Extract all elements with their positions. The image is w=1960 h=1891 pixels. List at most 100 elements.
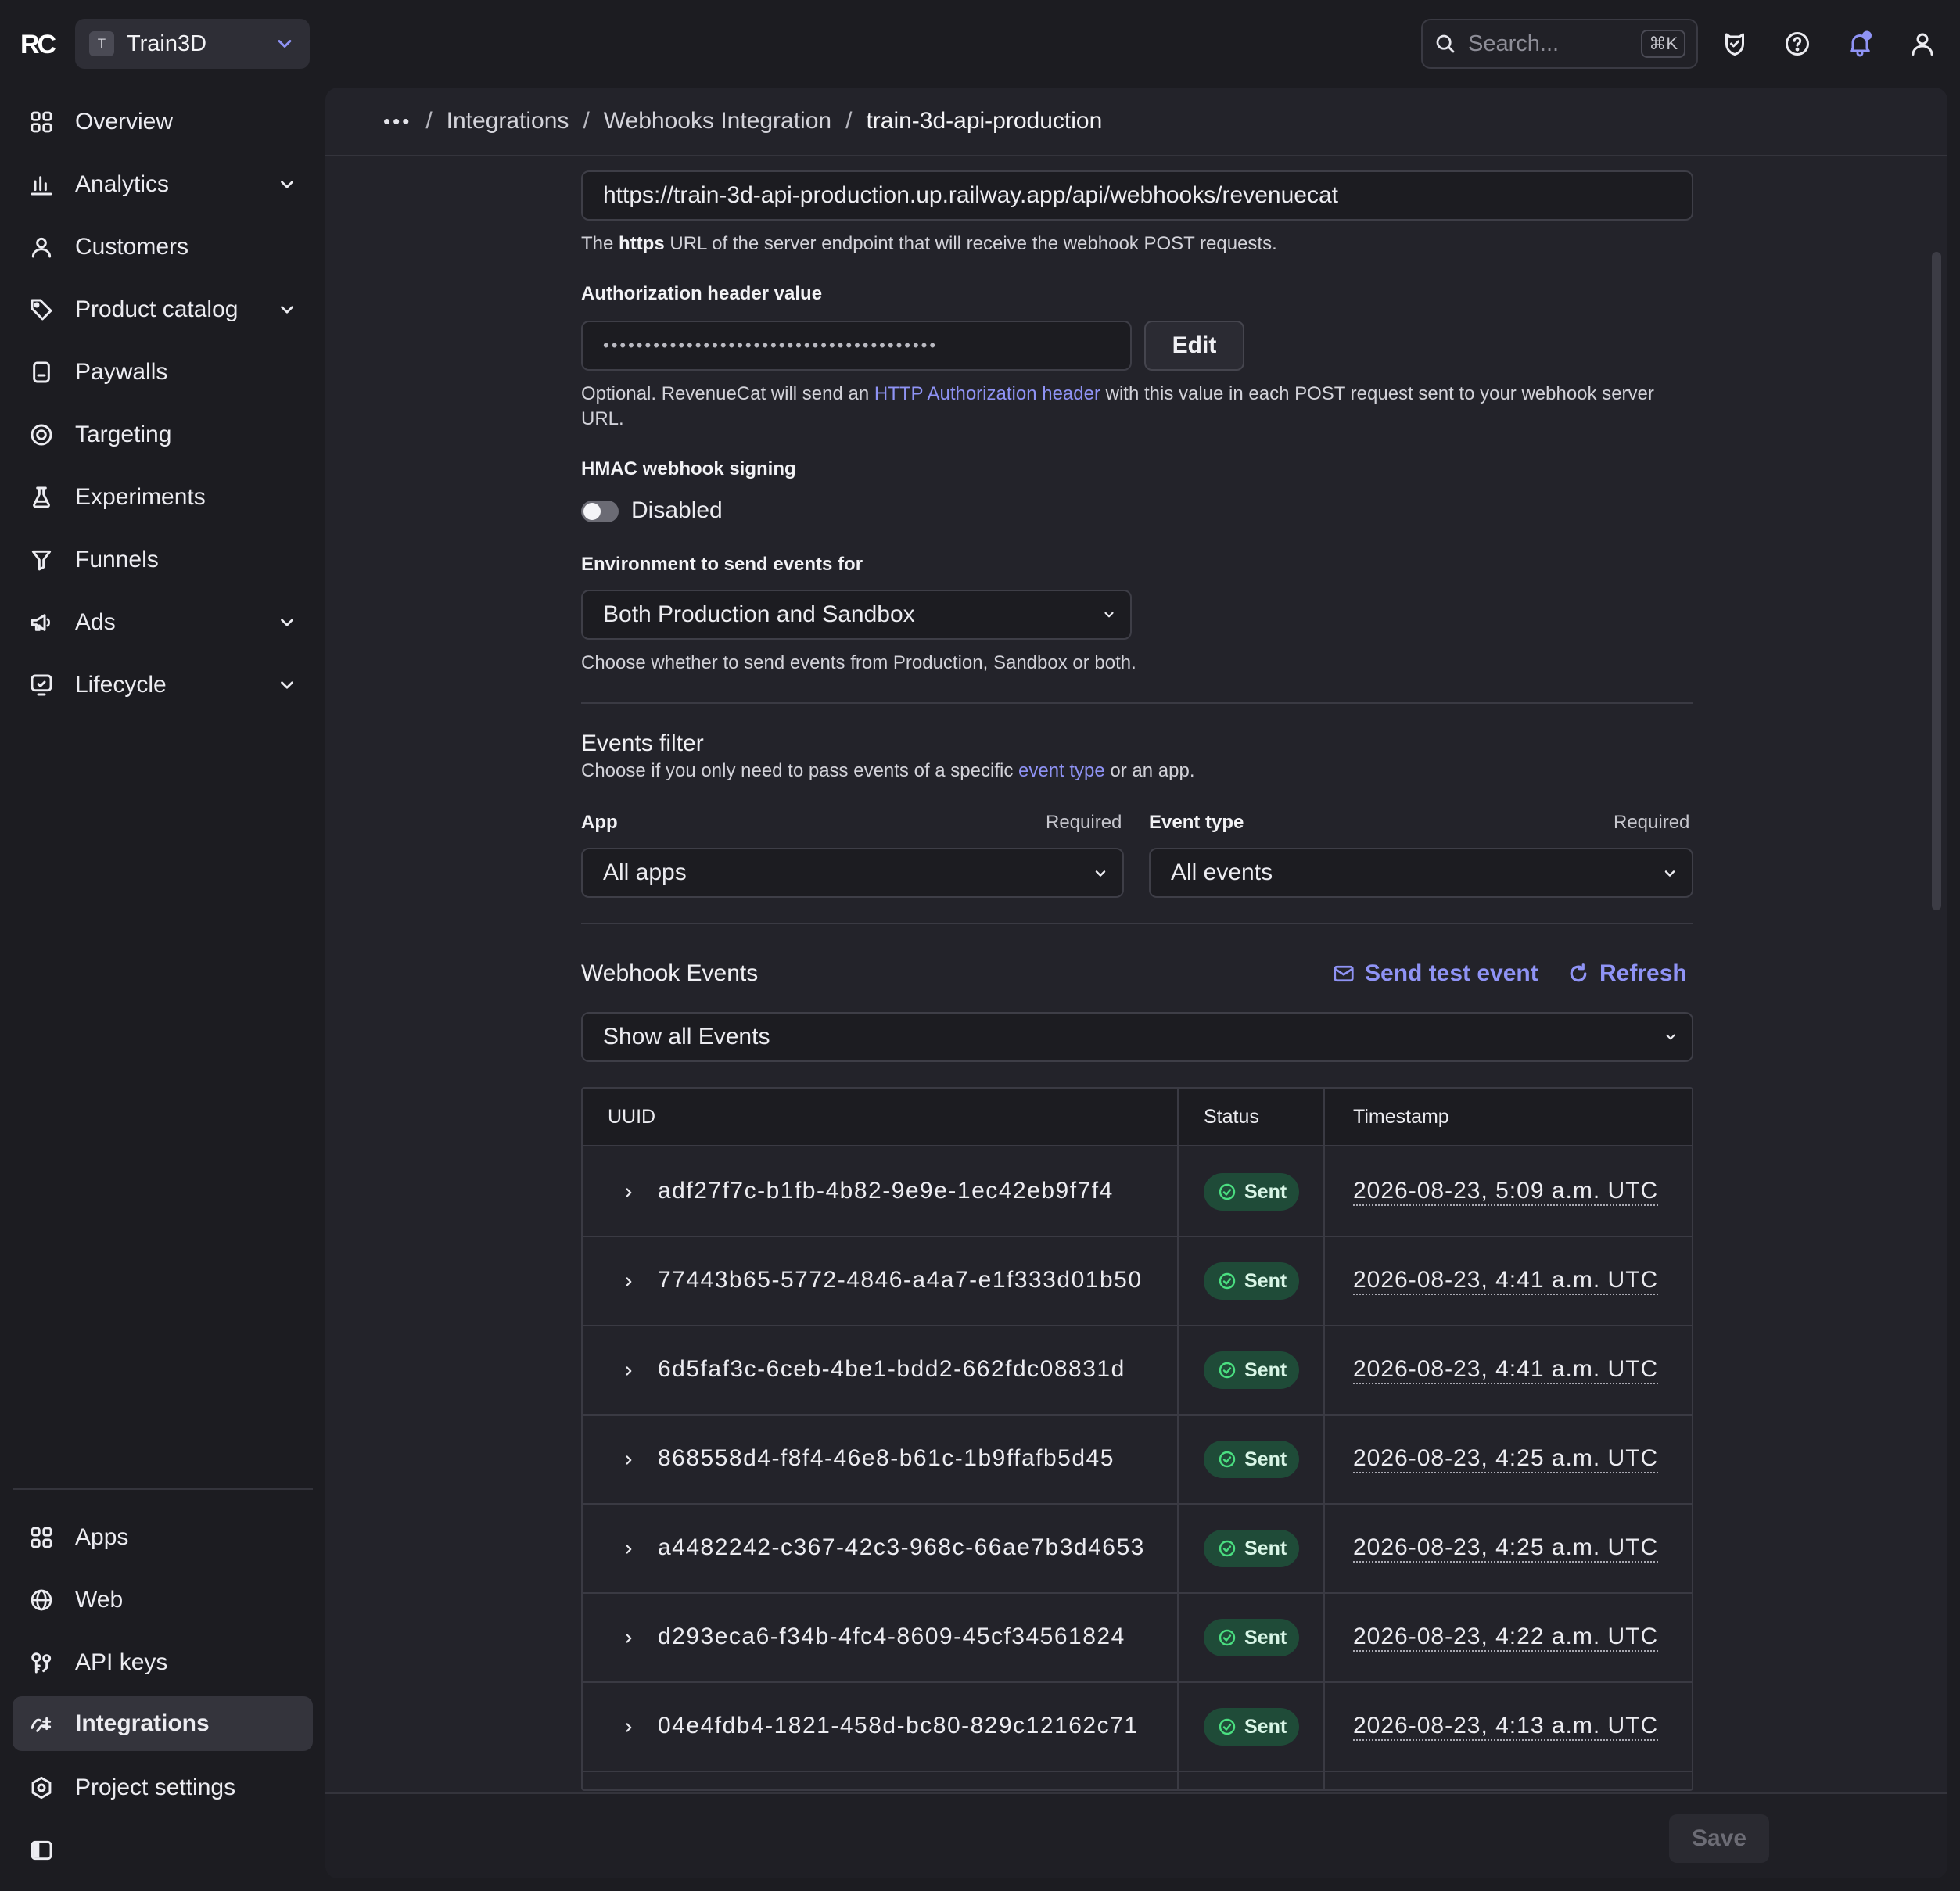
chevron-right-icon[interactable]	[622, 1631, 636, 1645]
event-type-select[interactable]: All events	[1149, 848, 1693, 898]
auth-header-input[interactable]: ••••••••••••••••••••••••••••••••••••••••	[581, 321, 1132, 371]
user-icon[interactable]	[1905, 27, 1940, 61]
shield-cat-icon[interactable]	[1718, 27, 1752, 61]
sidebar-item-label: Product catalog	[75, 296, 239, 322]
breadcrumb-integrations[interactable]: Integrations	[447, 108, 569, 135]
sidebar-item-targeting[interactable]: Targeting	[13, 407, 313, 462]
chevron-down-icon	[277, 675, 297, 695]
logo-mark: RC	[20, 30, 56, 59]
event-display-select[interactable]: Show all Events	[581, 1012, 1693, 1062]
sidebar-item-label: Paywalls	[75, 359, 168, 385]
user-icon	[27, 232, 56, 262]
auth-header-help: Optional. RevenueCat will send an HTTP A…	[581, 383, 1654, 429]
event-type-value: All events	[1171, 859, 1273, 885]
status-badge: Sent	[1204, 1441, 1299, 1478]
sidebar-item-experiments[interactable]: Experiments	[13, 470, 313, 525]
chevron-down-icon	[1662, 866, 1678, 881]
event-type-link[interactable]: event type	[1018, 760, 1105, 781]
hmac-toggle[interactable]	[581, 501, 619, 522]
sidebar-item-label: Lifecycle	[75, 672, 167, 698]
sidebar-item-apps[interactable]: Apps	[13, 1510, 313, 1565]
sidebar-item-paywalls[interactable]: Paywalls	[13, 345, 313, 400]
breadcrumb-separator: /	[845, 108, 853, 134]
toggle-knob	[583, 503, 601, 520]
event-timestamp[interactable]: 2026-08-23, 4:25 a.m. UTC	[1353, 1534, 1659, 1563]
table-row[interactable]: 04e4fdb4-1821-458d-bc80-829c12162c71 Sent…	[583, 1683, 1692, 1772]
webhook-url-input[interactable]: https://train-3d-api-production.up.railw…	[581, 170, 1693, 221]
check-circle-icon	[1218, 1182, 1244, 1201]
help-circle-icon[interactable]	[1780, 27, 1815, 61]
http-auth-header-link[interactable]: HTTP Authorization header	[874, 383, 1100, 404]
sidebar-item-funnels[interactable]: Funnels	[13, 533, 313, 587]
sidebar-item-analytics[interactable]: Analytics	[13, 157, 313, 212]
webhook-events-title: Webhook Events	[581, 960, 759, 986]
scrollbar[interactable]	[1932, 252, 1941, 910]
project-name: Train3D	[127, 30, 207, 56]
chevron-right-icon[interactable]	[622, 1186, 636, 1200]
grid-icon	[27, 107, 56, 137]
event-timestamp[interactable]: 2026-08-23, 5:09 a.m. UTC	[1353, 1178, 1659, 1206]
sidebar-item-web[interactable]: Web	[13, 1573, 313, 1627]
column-header-timestamp: Timestamp	[1353, 1106, 1449, 1128]
table-row[interactable]: a4482242-c367-42c3-968c-66ae7b3d4653 Sent…	[583, 1505, 1692, 1594]
search-bar[interactable]: Search... ⌘K	[1421, 19, 1698, 69]
sidebar-item-label: Ads	[75, 609, 116, 635]
table-row[interactable]: 6d5faf3c-6ceb-4be1-bdd2-662fdc08831d Sent…	[583, 1326, 1692, 1416]
refresh-button[interactable]: Refresh	[1567, 960, 1687, 987]
chevron-right-icon[interactable]	[622, 1542, 636, 1556]
sidebar-item-api-keys[interactable]: API keys	[13, 1635, 313, 1690]
save-button[interactable]: Save	[1669, 1814, 1769, 1863]
app-select[interactable]: All apps	[581, 848, 1124, 898]
breadcrumb-more-button[interactable]: •••	[383, 109, 411, 134]
sidebar-item-product-catalog[interactable]: Product catalog	[13, 282, 313, 337]
chevron-right-icon[interactable]	[622, 1721, 636, 1735]
check-circle-icon	[1218, 1272, 1244, 1290]
sidebar-item-project-settings[interactable]: Project settings	[13, 1760, 313, 1815]
edit-auth-button[interactable]: Edit	[1144, 321, 1244, 371]
revenuecat-logo[interactable]: RC	[20, 25, 56, 61]
sidebar-item-label: Customers	[75, 234, 189, 260]
sidebar-toggle[interactable]	[13, 1823, 313, 1878]
environment-select[interactable]: Both Production and Sandbox	[581, 590, 1132, 640]
table-row[interactable]: d293eca6-f34b-4fc4-8609-45cf34561824 Sent…	[583, 1594, 1692, 1683]
check-circle-icon	[1218, 1450, 1244, 1469]
check-circle-icon	[1218, 1361, 1244, 1380]
chevron-right-icon[interactable]	[622, 1275, 636, 1289]
divider	[581, 702, 1693, 704]
table-row[interactable]: adf27f7c-b1fb-4b82-9e9e-1ec42eb9f7f4 Sent…	[583, 1148, 1692, 1237]
sidebar-item-lifecycle[interactable]: Lifecycle	[13, 658, 313, 712]
event-timestamp[interactable]: 2026-08-23, 4:13 a.m. UTC	[1353, 1713, 1659, 1741]
integrations-icon	[27, 1709, 56, 1738]
table-row[interactable]: 77443b65-5772-4846-a4a7-e1f333d01b50 Sent…	[583, 1237, 1692, 1326]
event-timestamp[interactable]: 2026-08-23, 4:41 a.m. UTC	[1353, 1267, 1659, 1295]
column-header-status: Status	[1204, 1106, 1259, 1128]
sidebar-item-integrations[interactable]: Integrations	[13, 1696, 313, 1751]
column-header-uuid: UUID	[608, 1106, 656, 1128]
breadcrumb-webhooks-integration[interactable]: Webhooks Integration	[604, 108, 831, 135]
sidebar-item-ads[interactable]: Ads	[13, 595, 313, 650]
chevron-right-icon[interactable]	[622, 1364, 636, 1378]
sidebar-item-label: Experiments	[75, 484, 206, 510]
bell-icon[interactable]	[1843, 27, 1877, 61]
chevron-down-icon	[274, 33, 296, 55]
sidebar-item-customers[interactable]: Customers	[13, 220, 313, 274]
project-selector[interactable]: T Train3D	[75, 19, 310, 69]
settings-icon	[27, 1773, 56, 1803]
chevron-down-icon	[277, 612, 297, 633]
check-circle-icon	[1218, 1717, 1244, 1736]
status-badge: Sent	[1204, 1262, 1299, 1300]
app-required: Required	[1046, 812, 1122, 833]
footer-bar: Save	[325, 1792, 1947, 1878]
event-timestamp[interactable]: 2026-08-23, 4:25 a.m. UTC	[1353, 1445, 1659, 1473]
chevron-right-icon[interactable]	[622, 1453, 636, 1467]
sidebar-item-overview[interactable]: Overview	[13, 95, 313, 149]
status-badge: Sent	[1204, 1619, 1299, 1656]
environment-value: Both Production and Sandbox	[603, 601, 915, 627]
send-test-event-button[interactable]: Send test event	[1332, 960, 1538, 987]
sidebar-item-label: Web	[75, 1587, 124, 1613]
svg-text:RC: RC	[20, 30, 56, 59]
status-badge: Sent	[1204, 1173, 1299, 1211]
table-row[interactable]: 868558d4-f8f4-46e8-b61c-1b9ffafb5d45 Sent…	[583, 1416, 1692, 1505]
event-timestamp[interactable]: 2026-08-23, 4:22 a.m. UTC	[1353, 1624, 1659, 1652]
event-timestamp[interactable]: 2026-08-23, 4:41 a.m. UTC	[1353, 1356, 1659, 1384]
